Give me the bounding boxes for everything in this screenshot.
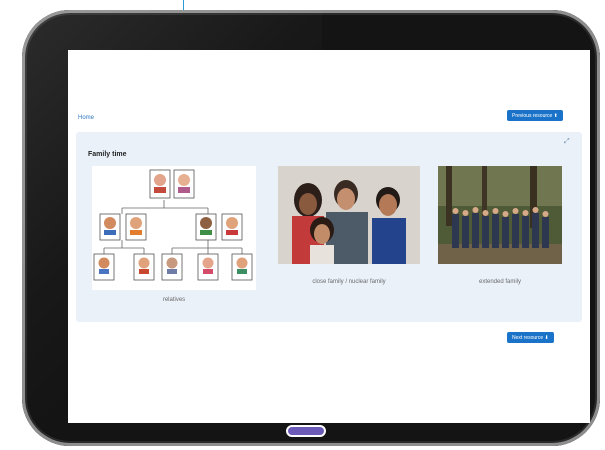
tablet-device: Home Previous resource ⬆ Family time ⤢ r… [22, 10, 600, 446]
family-tree-image [92, 166, 256, 290]
tree-row-grandparents [149, 169, 195, 199]
card-title: Family time [88, 151, 127, 158]
previous-resource-button[interactable]: Previous resource ⬆ [507, 110, 563, 121]
tree-row-children [93, 253, 253, 281]
next-resource-button[interactable]: Next resource ⬇ [507, 332, 554, 343]
caption-extended-family: extended family [478, 279, 522, 285]
home-button-icon[interactable] [286, 425, 326, 437]
close-family-photo [278, 166, 420, 264]
expand-icon[interactable]: ⤢ [564, 138, 572, 146]
breadcrumb-home[interactable]: Home [78, 115, 94, 121]
caption-close-family: close family / nuclear family [312, 279, 386, 285]
tree-row-parents [99, 213, 243, 241]
extended-family-photo [438, 166, 562, 264]
tablet-screen: Home Previous resource ⬆ Family time ⤢ r… [68, 50, 590, 423]
caption-relatives: relatives [162, 297, 186, 303]
